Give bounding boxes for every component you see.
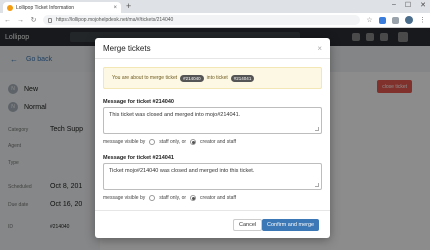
- message-1-text: This ticket was closed and merged into m…: [109, 112, 241, 118]
- message-1-textarea[interactable]: This ticket was closed and merged into m…: [103, 107, 322, 134]
- visible-by-label: message visible by: [103, 195, 146, 201]
- close-window-icon[interactable]: ✕: [420, 1, 426, 9]
- reload-icon[interactable]: ↻: [30, 16, 37, 24]
- notice-middle: into ticket: [206, 75, 228, 81]
- message-2-textarea[interactable]: Ticket mojo#214040 was closed and merged…: [103, 163, 322, 190]
- close-icon[interactable]: ×: [317, 44, 322, 53]
- menu-icon[interactable]: ⋮: [419, 16, 426, 24]
- source-ticket-badge: #214040: [180, 74, 204, 82]
- creator-staff-radio[interactable]: [190, 195, 197, 201]
- notice-prefix: You are about to merge ticket: [112, 75, 178, 81]
- creator-staff-radio[interactable]: [190, 139, 197, 145]
- merge-tickets-dialog: Merge tickets × You are about to merge t…: [95, 38, 330, 238]
- back-icon[interactable]: ←: [4, 17, 11, 24]
- window-controls: – ☐ ✕: [392, 1, 426, 9]
- tab-title: Lollipop Ticket Information: [16, 4, 75, 11]
- target-ticket-badge: #214041: [230, 74, 255, 82]
- dialog-footer: Cancel Confirm and merge: [95, 210, 330, 238]
- browser-tab[interactable]: Lollipop Ticket Information ×: [3, 2, 121, 13]
- url-field[interactable]: https://lollipop.mojohelpdesk.net/ma/#/t…: [43, 15, 360, 25]
- message-2-label: Message for ticket #214041: [103, 155, 174, 161]
- message-1-label: Message for ticket #214040: [103, 99, 174, 105]
- message-2-text: Ticket mojo#214040 was closed and merged…: [109, 168, 255, 174]
- merge-notice: You are about to merge ticket #214040 in…: [103, 67, 322, 89]
- extension-icon[interactable]: [379, 16, 386, 24]
- url-text: https://lollipop.mojohelpdesk.net/ma/#/t…: [56, 17, 174, 23]
- resize-handle-icon[interactable]: [315, 127, 319, 131]
- tab-close-icon[interactable]: ×: [113, 5, 117, 11]
- minimize-icon[interactable]: –: [392, 1, 396, 9]
- browser-tabbar: Lollipop Ticket Information × + – ☐ ✕: [0, 0, 430, 13]
- staff-only-radio[interactable]: [149, 139, 156, 145]
- address-bar: ← → ↻ https://lollipop.mojohelpdesk.net/…: [0, 13, 430, 28]
- forward-icon[interactable]: →: [17, 17, 24, 24]
- star-icon[interactable]: ☆: [366, 16, 373, 24]
- lock-icon: [48, 17, 52, 23]
- visible-by-label: message visible by: [103, 139, 146, 145]
- staff-only-label: staff only, or: [159, 139, 187, 145]
- dialog-header: Merge tickets ×: [95, 38, 330, 59]
- creator-staff-label: creator and staff: [200, 139, 237, 145]
- cancel-button[interactable]: Cancel: [233, 219, 263, 231]
- confirm-merge-button[interactable]: Confirm and merge: [262, 219, 320, 231]
- maximize-icon[interactable]: ☐: [405, 1, 411, 9]
- new-tab-button[interactable]: +: [126, 1, 131, 11]
- favicon-icon: [7, 4, 13, 11]
- message-2-visibility: message visible by staff only, or creato…: [103, 195, 236, 201]
- extension-icon[interactable]: [392, 16, 399, 24]
- dialog-title: Merge tickets: [103, 43, 151, 53]
- profile-avatar[interactable]: [405, 16, 413, 24]
- staff-only-radio[interactable]: [149, 195, 156, 201]
- staff-only-label: staff only, or: [159, 195, 187, 201]
- creator-staff-label: creator and staff: [200, 195, 237, 201]
- resize-handle-icon[interactable]: [315, 183, 319, 187]
- message-1-visibility: message visible by staff only, or creato…: [103, 139, 236, 145]
